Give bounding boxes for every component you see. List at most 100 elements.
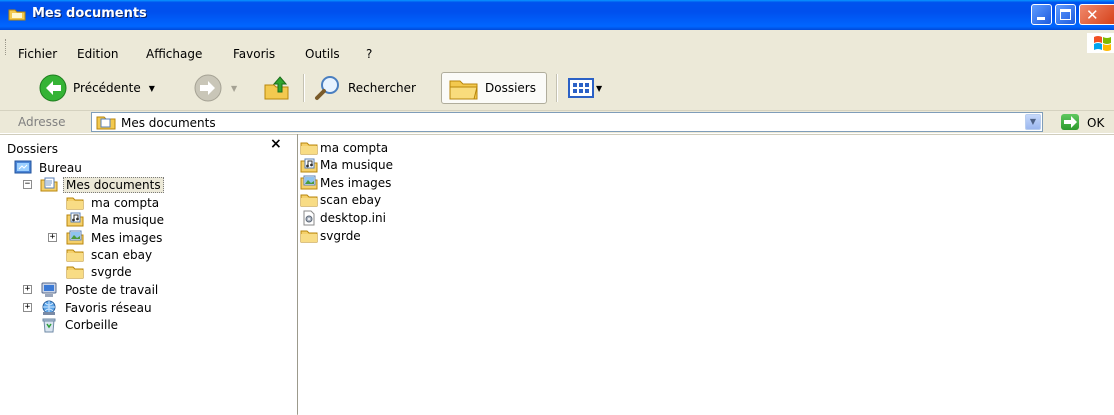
- close-icon: ✕: [1086, 6, 1099, 24]
- tree-item-label: svgrde: [91, 264, 132, 279]
- address-dropdown-icon[interactable]: ▼: [1025, 114, 1041, 130]
- tree-item[interactable]: scan ebay: [66, 246, 154, 263]
- back-button[interactable]: Précédente ▼: [38, 72, 155, 104]
- tree-item-label: Mes images: [91, 230, 163, 245]
- desktop-icon: [14, 160, 32, 175]
- go-button[interactable]: OK: [1087, 116, 1104, 130]
- forward-dropdown-icon[interactable]: ▼: [231, 84, 237, 93]
- tree-item[interactable]: Poste de travail: [40, 281, 160, 298]
- back-dropdown-icon[interactable]: ▼: [149, 84, 155, 93]
- documents-folder-icon: [40, 177, 58, 192]
- forward-button[interactable]: ▼: [193, 72, 237, 104]
- views-button[interactable]: ▼: [568, 72, 602, 104]
- window-title: Mes documents: [32, 6, 147, 21]
- file-item-label: svgrde: [320, 228, 361, 243]
- tree-item[interactable]: Corbeille: [40, 316, 120, 333]
- toolbar-separator: [556, 74, 558, 102]
- tree-expander-plus-icon[interactable]: +: [23, 303, 32, 312]
- file-item-label: Mes images: [320, 175, 392, 190]
- maximize-icon: [1060, 9, 1071, 20]
- standard-toolbar: Précédente ▼ ▼ Rechercher Dossiers ▼: [0, 66, 1114, 111]
- up-folder-icon: [262, 73, 294, 103]
- file-item-label: Ma musique: [320, 158, 394, 173]
- toolbar-separator: [303, 74, 305, 102]
- forward-arrow-icon: [193, 73, 223, 103]
- minimize-button[interactable]: [1031, 4, 1052, 25]
- back-label: Précédente: [73, 81, 141, 95]
- tree-expander-plus-icon[interactable]: +: [48, 233, 57, 242]
- my-computer-icon: [40, 282, 58, 298]
- go-arrow-icon[interactable]: [1061, 114, 1079, 130]
- tree-expander-minus-icon[interactable]: −: [23, 180, 32, 189]
- file-item[interactable]: Mes images: [300, 174, 391, 191]
- menu-bar: Fichier Edition Affichage Favoris Outils…: [0, 30, 1114, 70]
- tree-item-label: Ma musique: [91, 212, 165, 227]
- documents-folder-icon: [96, 115, 116, 130]
- menu-favoris[interactable]: Favoris: [233, 47, 275, 61]
- folders-label: Dossiers: [485, 81, 536, 95]
- settings-file-icon: [300, 210, 318, 226]
- file-item[interactable]: Ma musique: [300, 157, 393, 174]
- tree-item-label: Bureau: [39, 160, 82, 175]
- folders-pane: Dossiers × Bureau − Mes documents ma compta…: [0, 134, 298, 415]
- tree-item-label: Favoris réseau: [65, 300, 152, 315]
- pictures-folder-icon: [66, 230, 84, 245]
- views-grid-icon: [568, 77, 594, 99]
- address-input[interactable]: Mes documents ▼: [91, 112, 1043, 132]
- tree-item[interactable]: Favoris réseau: [40, 299, 154, 316]
- tree-item-label: Mes documents: [63, 176, 164, 193]
- up-folder-button[interactable]: [262, 72, 294, 104]
- tree-item-label: Corbeille: [65, 317, 119, 332]
- file-item[interactable]: desktop.ini: [300, 209, 386, 226]
- folders-pane-close-icon[interactable]: ×: [270, 136, 282, 152]
- minimize-icon: [1037, 17, 1045, 20]
- tree-item[interactable]: ma compta: [66, 194, 161, 211]
- menu-outils[interactable]: Outils: [305, 47, 340, 61]
- folder-icon: [300, 141, 318, 155]
- pictures-folder-icon: [300, 175, 318, 190]
- views-dropdown-icon[interactable]: ▼: [596, 84, 602, 93]
- tree-item[interactable]: Mes images: [66, 229, 164, 246]
- close-button[interactable]: ✕: [1079, 4, 1114, 25]
- folder-icon: [66, 196, 84, 210]
- tree-item-label: scan ebay: [91, 247, 153, 262]
- tree-expander-plus-icon[interactable]: +: [23, 285, 32, 294]
- windows-logo-icon: [1087, 33, 1114, 53]
- menu-affichage[interactable]: Affichage: [146, 47, 202, 61]
- folders-button[interactable]: Dossiers: [441, 72, 547, 104]
- title-bar[interactable]: Mes documents ✕: [0, 0, 1114, 30]
- menu-edition[interactable]: Edition: [77, 47, 119, 61]
- network-icon: [40, 300, 58, 316]
- back-arrow-icon: [38, 73, 68, 103]
- address-label: Adresse: [18, 115, 66, 129]
- file-item[interactable]: svgrde: [300, 227, 361, 244]
- search-label: Rechercher: [348, 81, 416, 95]
- folders-pane-title: Dossiers: [7, 142, 58, 156]
- tree-item[interactable]: Bureau: [14, 159, 84, 176]
- folders-icon: [448, 75, 480, 101]
- file-item-label: scan ebay: [320, 193, 382, 208]
- menu-help[interactable]: ?: [366, 47, 372, 61]
- music-folder-icon: [66, 212, 84, 227]
- address-value: Mes documents: [121, 116, 216, 130]
- tree-item[interactable]: Mes documents: [40, 176, 164, 193]
- folder-icon: [300, 193, 318, 207]
- folder-icon: [300, 229, 318, 243]
- search-icon: [313, 73, 343, 103]
- recycle-bin-icon: [40, 317, 58, 333]
- file-item-label: desktop.ini: [320, 210, 386, 225]
- file-item-label: ma compta: [320, 140, 389, 155]
- file-item[interactable]: ma compta: [300, 139, 388, 156]
- search-button[interactable]: Rechercher: [313, 72, 416, 104]
- music-folder-icon: [300, 158, 318, 173]
- file-item[interactable]: scan ebay: [300, 192, 381, 209]
- tree-item-label: ma compta: [91, 195, 160, 210]
- address-bar: Adresse Mes documents ▼ OK: [0, 111, 1114, 133]
- menu-grip[interactable]: [5, 39, 8, 55]
- tree-item[interactable]: svgrde: [66, 263, 134, 280]
- folder-icon: [8, 7, 26, 21]
- tree-item[interactable]: Ma musique: [66, 211, 166, 228]
- maximize-button[interactable]: [1055, 4, 1076, 25]
- menu-fichier[interactable]: Fichier: [18, 47, 57, 61]
- folder-icon: [66, 265, 84, 279]
